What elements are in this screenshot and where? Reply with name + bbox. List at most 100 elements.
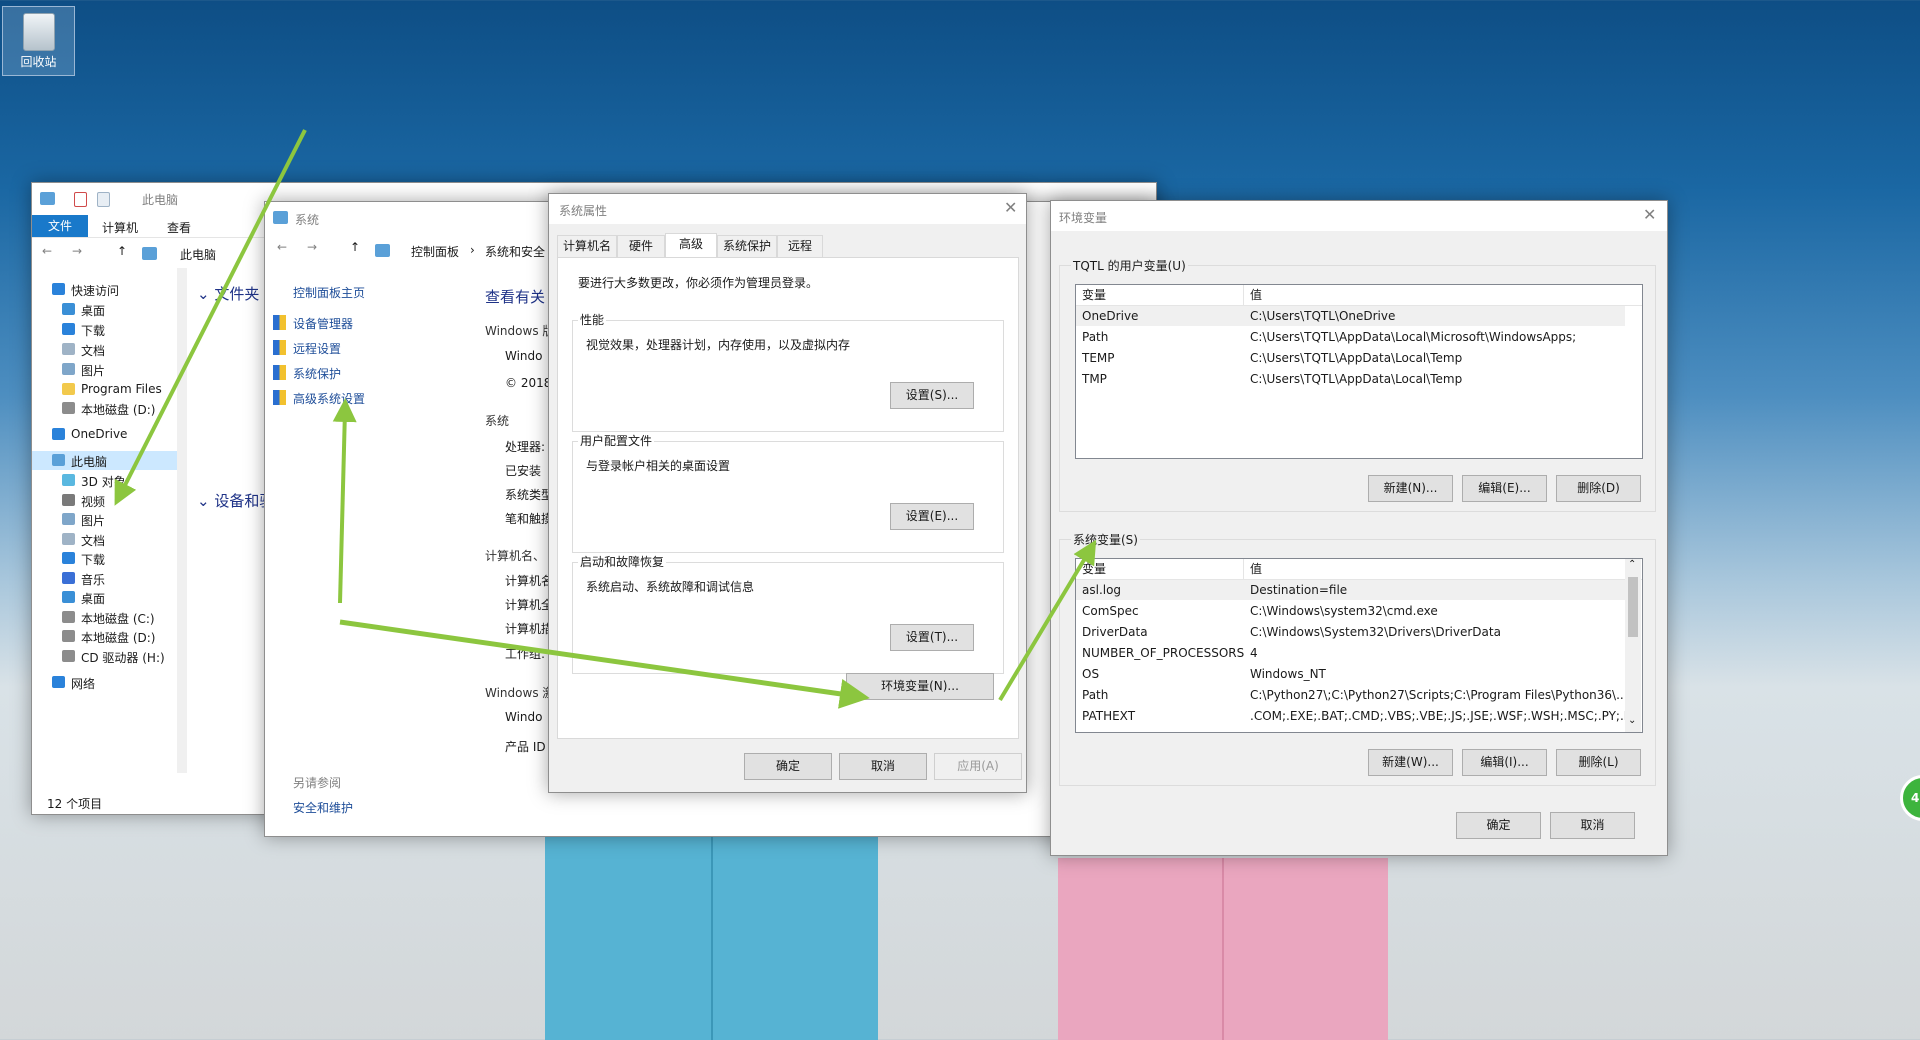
envvars-ok-button[interactable]: 确定	[1456, 812, 1541, 839]
variable-row[interactable]: TMP C:\Users\TQTL\AppData\Local\Temp	[1076, 369, 1625, 389]
nav-item-icon	[62, 323, 75, 335]
system-info-line: 产品 ID	[505, 740, 546, 754]
system-list-scrollbar[interactable]: ⌃ ⌄	[1625, 559, 1641, 732]
tab-2[interactable]: 高级	[665, 233, 717, 258]
address-bar[interactable]: 此电脑	[180, 246, 216, 263]
variable-row[interactable]: NUMBER_OF_PROCESSORS 4	[1076, 643, 1625, 663]
variable-value: .COM;.EXE;.BAT;.CMD;.VBS;.VBE;.JS;.JSE;.…	[1250, 709, 1632, 723]
user-header-variable[interactable]: 变量	[1082, 285, 1106, 305]
ribbon-tab-computer[interactable]: 计算机	[102, 219, 138, 236]
user-edit-button[interactable]: 编辑(E)...	[1462, 475, 1547, 502]
system-left-pane: 控制面板主页 设备管理器 远程设置 系统保护 高级系统设置 另请参阅 安全和维护	[265, 266, 485, 836]
system-info-line: 计算机名、	[485, 549, 546, 563]
nav-item[interactable]: 视频	[32, 491, 177, 510]
system-info-line: 工作组:	[505, 647, 546, 661]
variable-value: C:\Windows\System32\Drivers\DriverData	[1250, 625, 1501, 639]
column-divider[interactable]	[1243, 559, 1244, 579]
nav-item[interactable]: OneDrive	[32, 425, 177, 444]
properties-icon[interactable]	[74, 192, 87, 207]
nav-item[interactable]: 文档	[32, 340, 177, 359]
nav-item[interactable]: 桌面	[32, 300, 177, 319]
link-device-manager[interactable]: 设备管理器	[293, 315, 353, 332]
variable-row[interactable]: TEMP C:\Users\TQTL\AppData\Local\Temp	[1076, 348, 1625, 368]
content-header-devices[interactable]: ⌄ 设备和驱	[197, 490, 274, 511]
variable-row[interactable]: OneDrive C:\Users\TQTL\OneDrive	[1076, 306, 1625, 326]
back-arrow-icon[interactable]: ←	[42, 244, 52, 258]
system-header-value[interactable]: 值	[1250, 559, 1262, 579]
forward-arrow-icon[interactable]: →	[72, 244, 82, 258]
link-security-maintenance[interactable]: 安全和维护	[293, 799, 353, 816]
control-panel-home-link[interactable]: 控制面板主页	[293, 284, 365, 301]
user-new-button[interactable]: 新建(N)...	[1368, 475, 1453, 502]
nav-item-icon	[62, 572, 75, 584]
system-new-button[interactable]: 新建(W)...	[1368, 749, 1453, 776]
variable-row[interactable]: ComSpec C:\Windows\system32\cmd.exe	[1076, 601, 1625, 621]
system-header-variable[interactable]: 变量	[1082, 559, 1106, 579]
user-delete-button[interactable]: 删除(D)	[1556, 475, 1641, 502]
close-icon[interactable]: ✕	[1004, 198, 1017, 217]
user-variables-list[interactable]: 变量 值 OneDrive C:\Users\TQTL\OneDrive Path C…	[1075, 284, 1643, 459]
nav-item-icon	[62, 343, 75, 355]
tab-1[interactable]: 硬件	[617, 235, 665, 257]
nav-item[interactable]: 本地磁盘 (C:)	[32, 608, 177, 627]
nav-item[interactable]: 图片	[32, 360, 177, 379]
link-remote-settings[interactable]: 远程设置	[293, 340, 341, 357]
ok-button[interactable]: 确定	[744, 753, 832, 780]
content-header-folders[interactable]: ⌄ 文件夹	[197, 283, 259, 304]
nav-item[interactable]: 桌面	[32, 588, 177, 607]
forward-arrow-icon[interactable]: →	[307, 240, 317, 254]
system-delete-button[interactable]: 删除(L)	[1556, 749, 1641, 776]
ribbon-tab-file[interactable]: 文件	[32, 215, 88, 237]
variable-row[interactable]: Path C:\Python27\;C:\Python27\Scripts;C:\…	[1076, 685, 1628, 705]
floating-badge[interactable]: 49	[1900, 775, 1920, 821]
settings-button[interactable]: 设置(S)...	[890, 382, 974, 409]
system-edit-button[interactable]: 编辑(I)...	[1462, 749, 1547, 776]
admin-note: 要进行大多数更改，你必须作为管理员登录。	[578, 276, 819, 290]
settings-button[interactable]: 设置(E)...	[890, 503, 974, 530]
link-advanced-system-settings[interactable]: 高级系统设置	[293, 390, 365, 407]
nav-item[interactable]: 图片	[32, 510, 177, 529]
breadcrumb-control-panel[interactable]: 控制面板	[411, 243, 459, 260]
column-divider[interactable]	[1243, 285, 1244, 305]
nav-scrollbar[interactable]	[177, 268, 187, 773]
nav-item[interactable]: 音乐	[32, 569, 177, 588]
cancel-button[interactable]: 取消	[839, 753, 927, 780]
recycle-bin-desktop-icon[interactable]: 回收站	[2, 6, 75, 76]
tab-0[interactable]: 计算机名	[557, 235, 617, 257]
back-arrow-icon[interactable]: ←	[277, 240, 287, 254]
variable-row[interactable]: Path C:\Users\TQTL\AppData\Local\Microsof…	[1076, 327, 1625, 347]
user-header-value[interactable]: 值	[1250, 285, 1262, 305]
nav-item[interactable]: 文档	[32, 530, 177, 549]
envvars-cancel-button[interactable]: 取消	[1550, 812, 1635, 839]
nav-item[interactable]: 本地磁盘 (D:)	[32, 399, 177, 418]
tab-3[interactable]: 系统保护	[717, 235, 777, 257]
variable-row[interactable]: asl.log Destination=file	[1076, 580, 1625, 600]
scroll-up-icon[interactable]: ⌃	[1628, 559, 1636, 570]
scroll-down-icon[interactable]: ⌄	[1628, 715, 1636, 726]
variable-row[interactable]: OS Windows_NT	[1076, 664, 1625, 684]
breadcrumb-system-security[interactable]: 系统和安全	[485, 243, 545, 260]
nav-item[interactable]: 此电脑	[32, 451, 177, 470]
system-info-line: Windows 激	[485, 686, 555, 700]
ribbon-tab-view[interactable]: 查看	[167, 219, 191, 236]
environment-variables-button[interactable]: 环境变量(N)...	[846, 673, 994, 700]
link-system-protection[interactable]: 系统保护	[293, 365, 341, 382]
nav-item[interactable]: 下载	[32, 549, 177, 568]
up-arrow-icon[interactable]: ↑	[117, 244, 127, 258]
nav-item[interactable]: 3D 对象	[32, 471, 177, 490]
scroll-thumb[interactable]	[1628, 577, 1638, 637]
nav-item[interactable]: 快速访问	[32, 280, 177, 299]
variable-row[interactable]: DriverData C:\Windows\System32\Drivers\Dr…	[1076, 622, 1625, 642]
nav-item[interactable]: 下载	[32, 320, 177, 339]
close-icon[interactable]: ✕	[1643, 205, 1656, 224]
nav-item[interactable]: Program Files	[32, 380, 177, 399]
system-variables-list[interactable]: 变量 值 asl.log Destination=file ComSpec C:\Wi…	[1075, 558, 1643, 733]
tab-4[interactable]: 远程	[777, 235, 823, 257]
nav-item[interactable]: 本地磁盘 (D:)	[32, 627, 177, 646]
variable-row[interactable]: PATHEXT .COM;.EXE;.BAT;.CMD;.VBS;.VBE;.JS…	[1076, 706, 1631, 726]
nav-item[interactable]: CD 驱动器 (H:)	[32, 647, 177, 666]
settings-button[interactable]: 设置(T)...	[890, 624, 974, 651]
new-folder-icon[interactable]	[97, 192, 110, 207]
nav-item[interactable]: 网络	[32, 673, 177, 692]
up-arrow-icon[interactable]: ↑	[350, 240, 360, 254]
